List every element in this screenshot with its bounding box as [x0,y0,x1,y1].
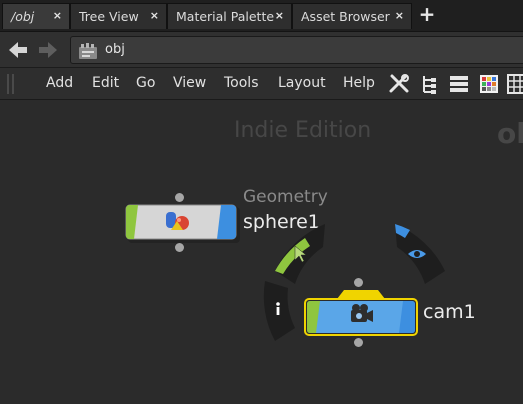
tab-label: /obj [11,9,35,24]
tab-asset-browser[interactable]: Asset Browser × [292,3,412,29]
grid-view-icon[interactable] [506,73,523,95]
tab-obj[interactable]: /obj × [2,3,70,29]
input-connector[interactable] [354,278,363,287]
menu-tools[interactable]: Tools [224,75,259,91]
path-field[interactable]: obj [70,36,523,64]
menu-view[interactable]: View [173,75,206,91]
tab-label: Tree View [79,9,139,24]
edition-watermark: Indie Edition [234,118,372,143]
close-icon[interactable]: × [53,9,62,22]
color-grid-icon[interactable] [478,73,500,95]
tab-bar: /obj × Tree View × Material Palette × As… [0,0,523,32]
path-text: obj [105,42,125,57]
close-icon[interactable]: × [275,9,284,22]
menu-add[interactable]: Add [46,75,73,91]
menu-bar: Add Edit Go View Tools Layout Help [0,68,523,100]
add-tab-button[interactable]: + [417,4,437,26]
tab-label: Material Palette [176,9,275,24]
back-arrow-icon[interactable] [8,41,28,59]
network-canvas[interactable]: Indie Edition obj Geometry sphere1 [0,101,523,404]
close-icon[interactable]: × [150,9,159,22]
output-connector[interactable] [354,338,363,347]
menu-help[interactable]: Help [343,75,375,91]
close-icon[interactable]: × [395,9,404,22]
menu-edit[interactable]: Edit [92,75,119,91]
tab-material-palette[interactable]: Material Palette × [167,3,292,29]
path-bar: obj [0,32,523,68]
forward-arrow-icon[interactable] [38,41,58,59]
list-icon[interactable] [448,73,470,95]
node-type-label: Geometry [243,187,328,207]
tab-label: Asset Browser [301,9,390,24]
input-connector[interactable] [175,193,184,202]
sphere-node[interactable] [124,203,242,245]
context-watermark: obj [497,117,523,150]
grip-handle-icon[interactable] [4,72,18,96]
tree-icon[interactable] [418,73,440,95]
output-connector[interactable] [175,243,184,252]
wrench-icon[interactable] [388,73,410,95]
menu-layout[interactable]: Layout [278,75,326,91]
cam-node[interactable] [302,287,420,337]
info-icon [276,302,280,315]
menu-go[interactable]: Go [136,75,155,91]
tab-tree-view[interactable]: Tree View × [70,3,167,29]
network-obj-icon [79,43,97,59]
cam-node-name[interactable]: cam1 [423,301,476,323]
